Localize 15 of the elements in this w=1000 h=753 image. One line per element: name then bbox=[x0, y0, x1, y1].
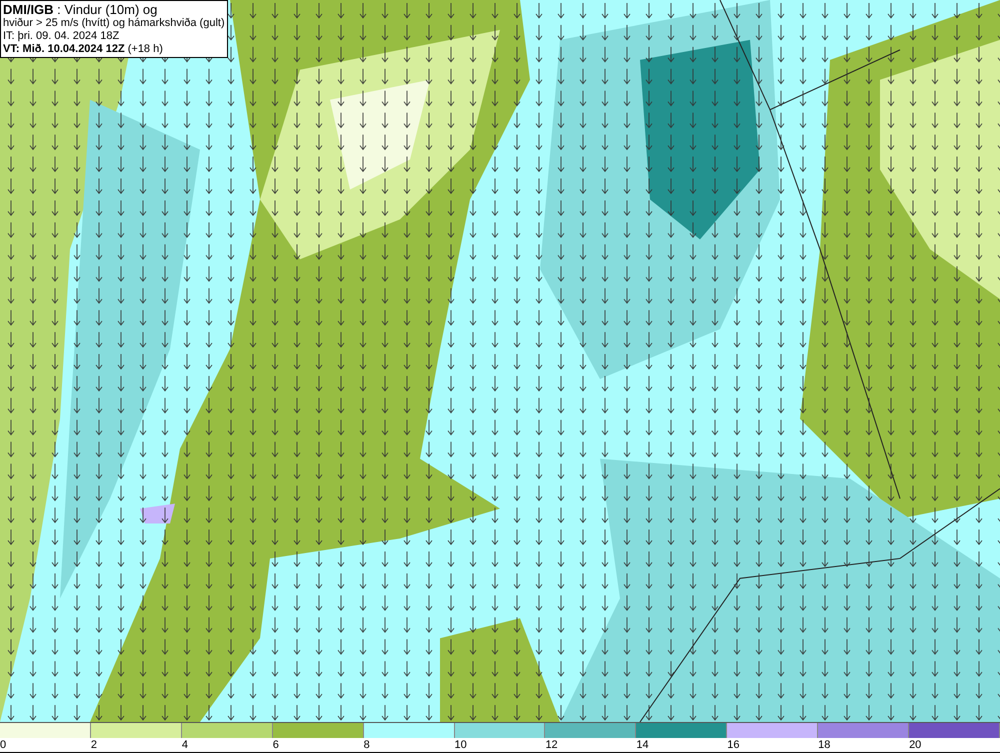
legend-tick-label: 6 bbox=[272, 738, 279, 752]
chart-subtitle: VT: Mið. 10.04.2024 12Z (+18 h) bbox=[3, 43, 164, 56]
chart-subtitle: hviður > 25 m/s (hvítt) og hámarkshviða (gult) bbox=[3, 17, 225, 30]
chart-title: DMI/IGB : Vindur (10m) og bbox=[3, 2, 158, 17]
legend-tick-label: 14 bbox=[636, 738, 649, 752]
legend-tick-label: 10 bbox=[454, 738, 467, 752]
legend-tick-label: 18 bbox=[818, 738, 830, 752]
legend-tick-label: 0 bbox=[0, 738, 6, 752]
legend-tick-label: 4 bbox=[182, 738, 188, 752]
legend-tick-label: 12 bbox=[545, 738, 558, 752]
legend-tick-label: 8 bbox=[364, 738, 370, 752]
legend-tick-label: 20 bbox=[909, 738, 922, 752]
legend-tick-label: 2 bbox=[90, 738, 98, 752]
legend-tick-label: 16 bbox=[727, 738, 740, 752]
chart-subtitle: IT: þri. 09. 04. 2024 18Z bbox=[3, 30, 120, 43]
